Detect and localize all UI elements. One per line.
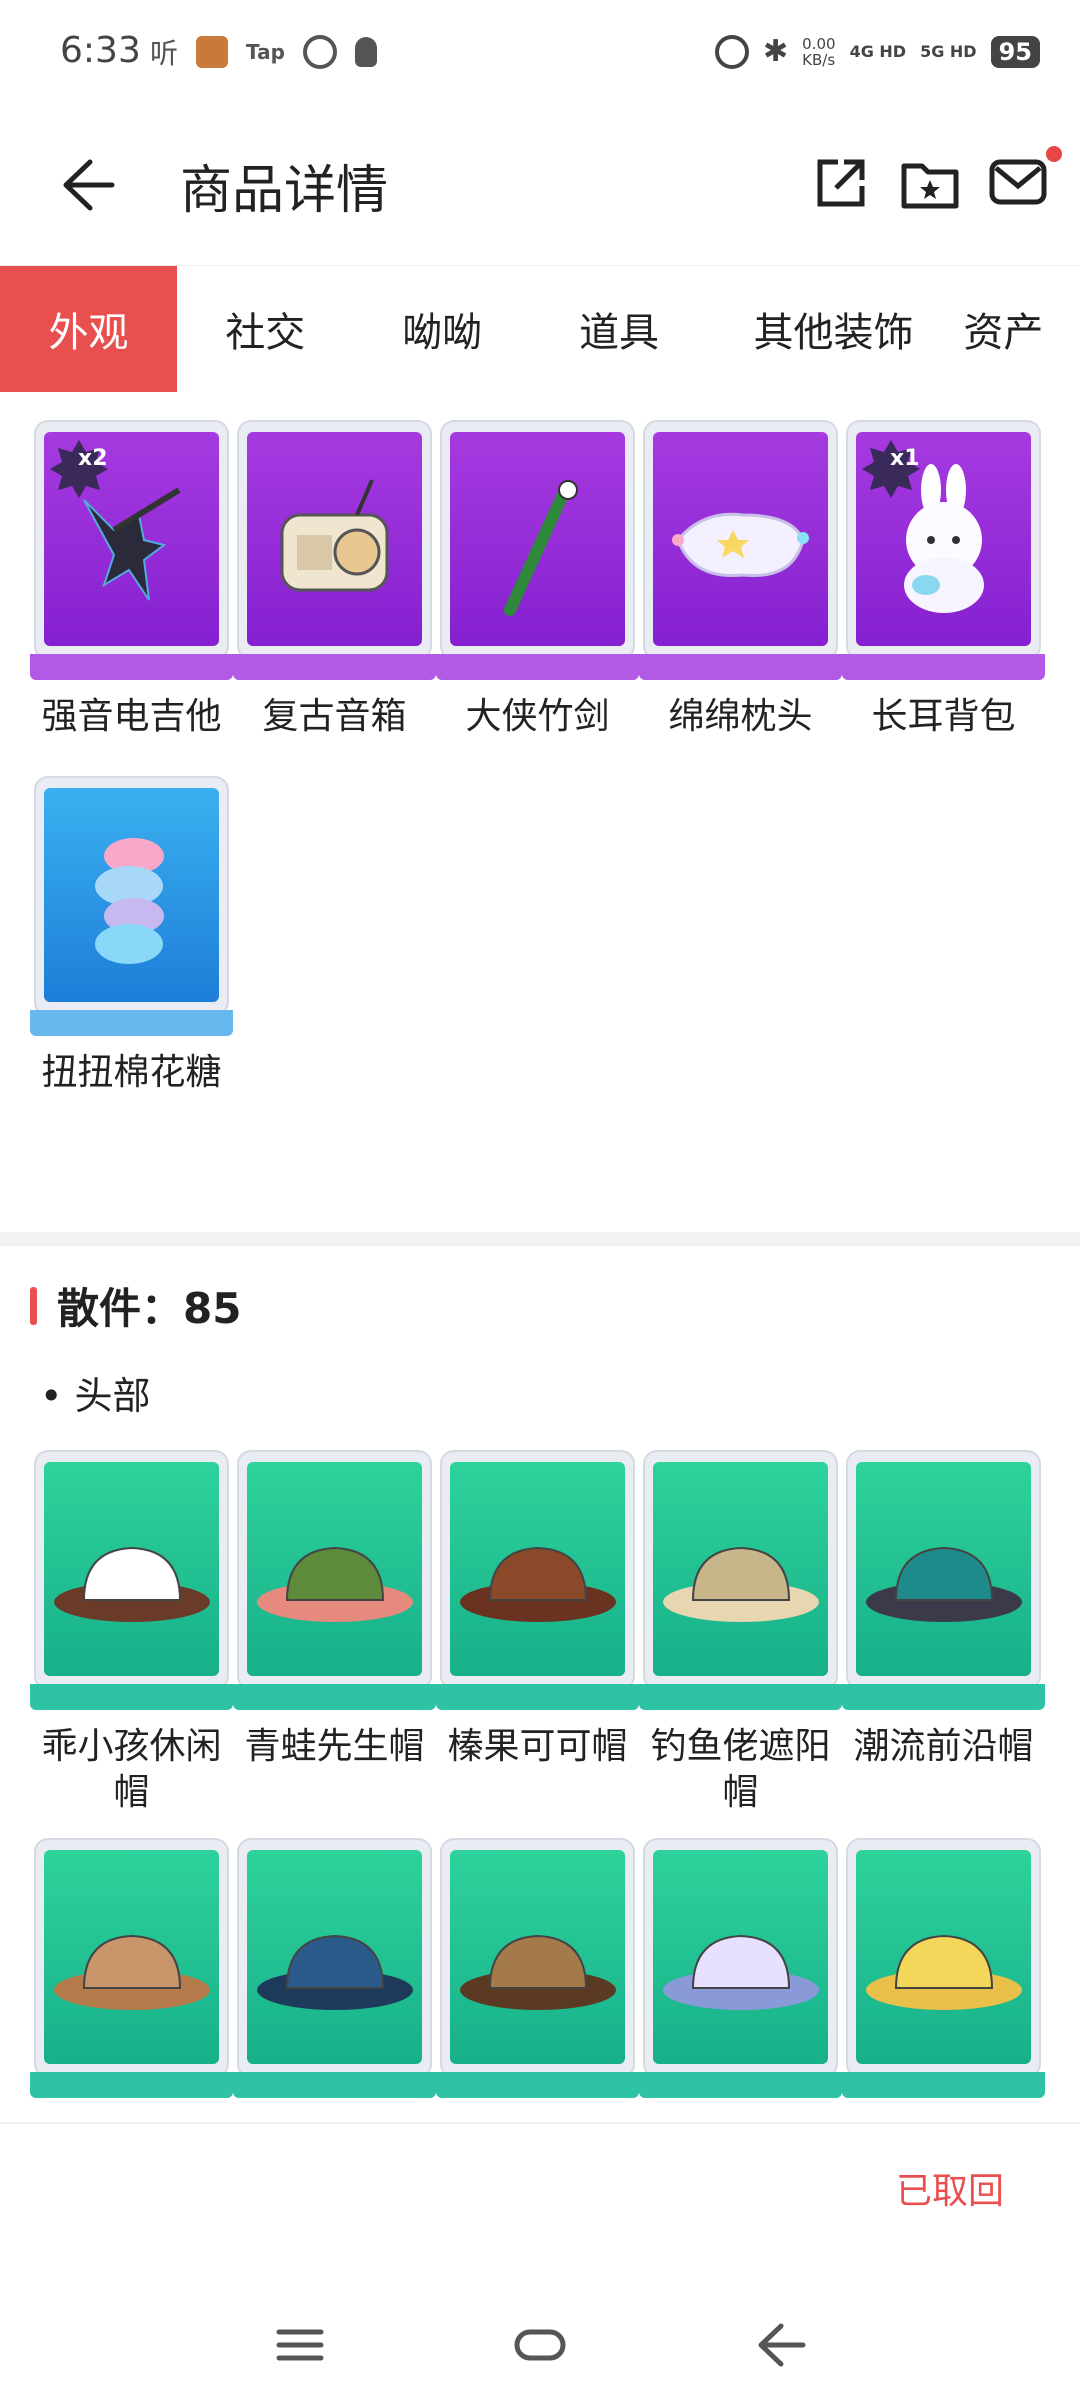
hat-icon <box>866 1546 1022 1622</box>
list-item[interactable]: 乖小孩休闲帽 <box>30 1450 233 1816</box>
home-icon[interactable] <box>505 2310 575 2380</box>
list-item[interactable]: 绵绵枕头 <box>639 420 842 740</box>
appearance-grid: x2 强音电吉他 复古音箱 大侠竹剑 绵绵枕头 x1 长耳背包 扭扭棉花糖 <box>30 420 1050 1096</box>
tab-other-decor[interactable]: 其他装饰 <box>708 266 960 392</box>
tab-appearance[interactable]: 外观 <box>0 266 177 392</box>
list-item[interactable]: 潮流前沿帽 <box>842 1450 1045 1816</box>
bamboo-sword-icon <box>504 480 578 616</box>
list-item[interactable] <box>842 1838 1045 2098</box>
footer-divider <box>0 2122 1080 2124</box>
hat-icon <box>663 1934 819 2010</box>
hat-icon <box>257 1934 413 2010</box>
radio-icon <box>280 479 389 592</box>
quantity-badge: x2 <box>78 446 108 471</box>
tab-social[interactable]: 社交 <box>177 266 354 392</box>
list-item[interactable]: 榛果可可帽 <box>436 1450 639 1816</box>
item-name: 复古音箱 <box>262 696 407 737</box>
hat-icon <box>663 1546 819 1622</box>
tab-assets[interactable]: 资产 <box>959 266 1080 392</box>
quantity-badge: x1 <box>890 446 920 471</box>
list-item[interactable] <box>233 1838 436 2098</box>
q-icon <box>302 35 337 69</box>
signal-5g: 5G HD <box>920 42 977 61</box>
list-item[interactable] <box>30 1838 233 2098</box>
hat-icon <box>54 1546 210 1622</box>
status-bar: 6:33 听 Tap ✱ 0.00 KB/s 4G HD 5G HD 95 <box>0 0 1080 110</box>
system-nav-bar <box>0 2290 1080 2400</box>
list-item[interactable]: 扭扭棉花糖 <box>30 776 233 1096</box>
back-arrow-icon[interactable] <box>50 150 120 220</box>
clock: 6:33 <box>60 30 141 71</box>
pillow-icon <box>672 512 809 578</box>
list-item[interactable]: 钓鱼佬遮阳帽 <box>639 1450 842 1816</box>
page-title: 商品详情 <box>180 161 389 221</box>
qq-penguin-icon <box>354 37 377 67</box>
list-item[interactable] <box>639 1838 842 2098</box>
list-item[interactable]: 青蛙先生帽 <box>233 1450 436 1816</box>
tab-youyou[interactable]: 呦呦 <box>354 266 531 392</box>
tap-icon: Tap <box>246 40 285 64</box>
hat-icon <box>866 1934 1022 2010</box>
share-icon[interactable] <box>808 152 872 216</box>
hat-icon <box>460 1934 616 2010</box>
listen-icon: 听 <box>150 37 179 70</box>
favorite-folder-icon[interactable] <box>898 152 962 216</box>
status-text: 已取回 <box>895 2171 1004 2212</box>
loose-parts-count: 散件：85 <box>57 1284 242 1333</box>
list-item[interactable]: x2 强音电吉他 <box>30 420 233 740</box>
marshmallow-icon <box>95 838 164 964</box>
item-name: 乖小孩休闲帽 <box>41 1726 222 1813</box>
hat-icon <box>54 1934 210 2010</box>
message-button[interactable] <box>986 146 1062 220</box>
item-name: 强音电吉他 <box>41 696 222 737</box>
header: 商品详情 <box>0 110 1080 260</box>
item-name: 长耳背包 <box>871 696 1016 737</box>
list-item[interactable] <box>436 1838 639 2098</box>
item-name: 大侠竹剑 <box>465 696 610 737</box>
item-name: 榛果可可帽 <box>447 1726 628 1767</box>
signal-4g: 4G HD <box>849 42 907 61</box>
hat-icon <box>460 1546 616 1622</box>
loose-parts-heading: 散件：85 <box>30 1275 241 1336</box>
hat-icon <box>257 1546 413 1622</box>
item-name: 青蛙先生帽 <box>244 1726 425 1767</box>
list-item[interactable]: 大侠竹剑 <box>436 420 639 740</box>
back-icon[interactable] <box>745 2310 815 2380</box>
menu-icon[interactable] <box>265 2310 335 2380</box>
speed-indicator: 0.00 KB/s <box>802 34 836 69</box>
item-name: 绵绵枕头 <box>668 696 813 737</box>
hats-grid: 乖小孩休闲帽 青蛙先生帽 榛果可可帽 钓鱼佬遮阳帽 潮流前沿帽 <box>30 1450 1050 2098</box>
section-divider <box>0 1232 1080 1246</box>
item-name: 钓鱼佬遮阳帽 <box>650 1726 831 1813</box>
alarm-icon <box>715 34 750 69</box>
mail-icon <box>989 159 1047 205</box>
list-item[interactable]: x1 长耳背包 <box>842 420 1045 740</box>
accent-bar <box>30 1286 37 1325</box>
tab-props[interactable]: 道具 <box>531 266 708 392</box>
category-heading: • 头部 <box>40 1374 151 1418</box>
bluetooth-icon: ✱ <box>763 34 789 69</box>
list-item[interactable]: 复古音箱 <box>233 420 436 740</box>
category-tabs: 外观 社交 呦呦 道具 其他装饰 资产 <box>0 265 1080 392</box>
notification-dot <box>1046 146 1062 162</box>
item-name: 扭扭棉花糖 <box>41 1052 222 1093</box>
app-avatar-icon <box>196 36 229 68</box>
battery-indicator: 95 <box>990 35 1040 68</box>
item-name: 潮流前沿帽 <box>853 1726 1034 1767</box>
